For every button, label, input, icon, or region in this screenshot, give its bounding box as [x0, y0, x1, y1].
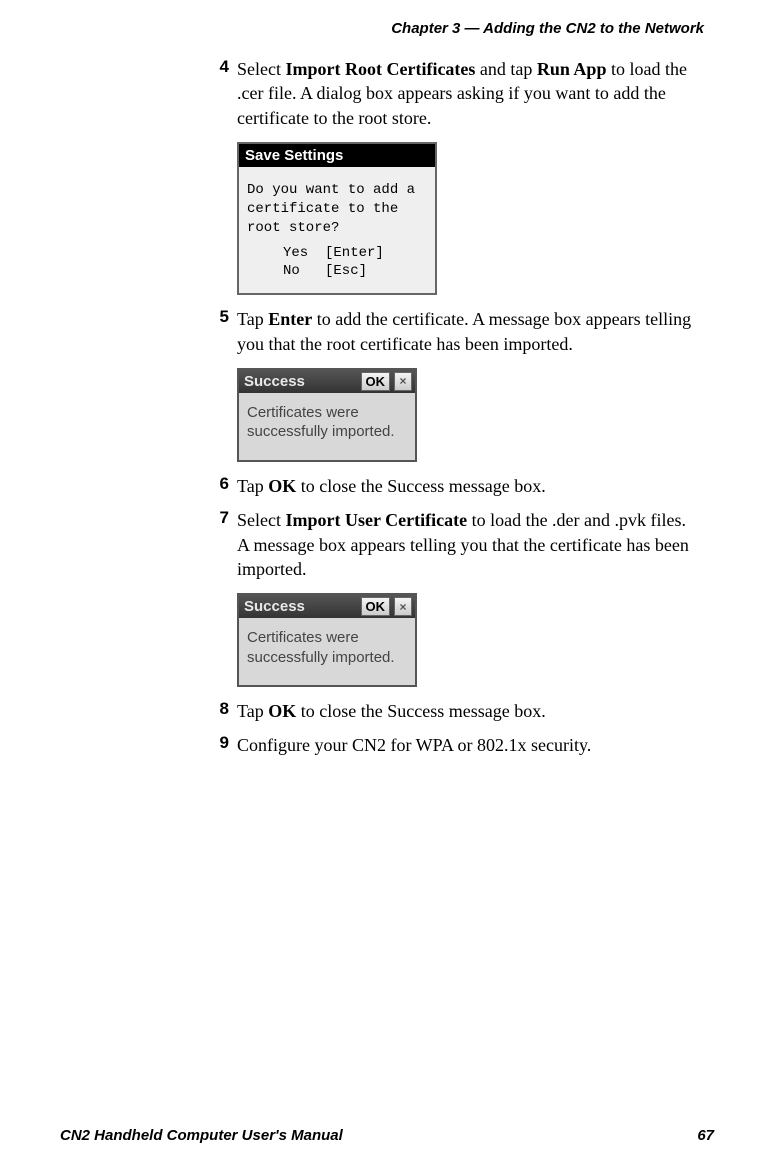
- manual-title: CN2 Handheld Computer User's Manual: [60, 1127, 343, 1144]
- close-icon: ×: [399, 374, 406, 388]
- text: Configure your CN2 for WPA or 802.1x sec…: [237, 735, 591, 755]
- page-footer: CN2 Handheld Computer User's Manual 67: [60, 1127, 714, 1144]
- step-text: Configure your CN2 for WPA or 802.1x sec…: [237, 733, 694, 757]
- dialog-body: Certificates were successfully imported.: [239, 393, 415, 460]
- bold-text: Import User Certificate: [285, 510, 467, 530]
- step-text: Tap OK to close the Success message box.: [237, 699, 694, 723]
- dialog-title: Save Settings: [239, 144, 435, 167]
- bold-text: OK: [268, 476, 296, 496]
- dialog-titlebar: Success OK ×: [239, 595, 415, 618]
- step-4: 4 Select Import Root Certificates and ta…: [215, 57, 694, 130]
- chapter-header: Chapter 3 — Adding the CN2 to the Networ…: [60, 20, 714, 37]
- step-number: 6: [215, 474, 237, 494]
- step-8: 8 Tap OK to close the Success message bo…: [215, 699, 694, 723]
- text: and tap: [475, 59, 536, 79]
- dialog-body: Certificates were successfully imported.: [239, 618, 415, 685]
- main-content: 4 Select Import Root Certificates and ta…: [60, 57, 714, 758]
- close-icon: ×: [399, 600, 406, 614]
- save-settings-dialog: Save Settings Do you want to add a certi…: [237, 142, 437, 295]
- text: Tap: [237, 309, 268, 329]
- text: to close the Success message box.: [296, 476, 545, 496]
- dialog-title: Success: [242, 598, 357, 615]
- step-number: 7: [215, 508, 237, 528]
- close-button[interactable]: ×: [394, 597, 412, 616]
- step-text: Tap Enter to add the certificate. A mess…: [237, 307, 694, 356]
- page-number: 67: [697, 1127, 714, 1144]
- dialog-body: Do you want to add a certificate to the …: [239, 167, 435, 293]
- step-text: Select Import Root Certificates and tap …: [237, 57, 694, 130]
- step-text: Select Import User Certificate to load t…: [237, 508, 694, 581]
- text: Select: [237, 510, 285, 530]
- step-number: 8: [215, 699, 237, 719]
- dialog-options: Yes [Enter] No [Esc]: [247, 244, 427, 282]
- text: to close the Success message box.: [296, 701, 545, 721]
- bold-text: Enter: [268, 309, 312, 329]
- step-7: 7 Select Import User Certificate to load…: [215, 508, 694, 581]
- dialog-title: Success: [242, 373, 357, 390]
- step-number: 4: [215, 57, 237, 77]
- text: Select: [237, 59, 285, 79]
- step-number: 9: [215, 733, 237, 753]
- close-button[interactable]: ×: [394, 372, 412, 391]
- success-dialog-1: Success OK × Certificates were successfu…: [237, 368, 417, 462]
- step-9: 9 Configure your CN2 for WPA or 802.1x s…: [215, 733, 694, 757]
- dialog-titlebar: Success OK ×: [239, 370, 415, 393]
- ok-button[interactable]: OK: [361, 372, 391, 391]
- ok-button[interactable]: OK: [361, 597, 391, 616]
- text: Tap: [237, 701, 268, 721]
- dialog-question: Do you want to add a certificate to the …: [247, 181, 427, 238]
- success-dialog-2: Success OK × Certificates were successfu…: [237, 593, 417, 687]
- step-6: 6 Tap OK to close the Success message bo…: [215, 474, 694, 498]
- bold-text: OK: [268, 701, 296, 721]
- bold-text: Import Root Certificates: [285, 59, 475, 79]
- step-5: 5 Tap Enter to add the certificate. A me…: [215, 307, 694, 356]
- step-number: 5: [215, 307, 237, 327]
- bold-text: Run App: [537, 59, 607, 79]
- text: Tap: [237, 476, 268, 496]
- step-text: Tap OK to close the Success message box.: [237, 474, 694, 498]
